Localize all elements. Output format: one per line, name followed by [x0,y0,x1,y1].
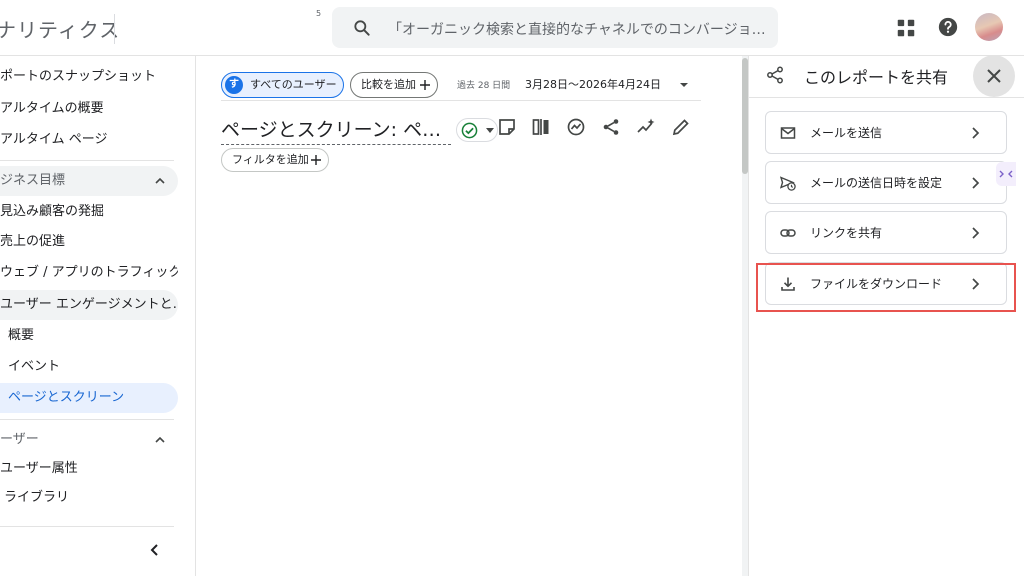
trend-sparkle-icon[interactable] [636,117,656,137]
compare-columns-icon[interactable] [531,117,551,137]
sidebar-item-user-engagement[interactable]: ユーザー エンゲージメントと… [0,290,178,320]
sidebar-divider [0,160,174,161]
share-icon[interactable] [601,117,621,137]
sidebar-item-realtime-overview[interactable]: アルタイムの概要 [0,94,178,124]
schedule-email-label: メールの送信日時を設定 [810,176,943,190]
sidebar-item-lead-generation[interactable]: 見込み顧客の発掘 [0,197,178,227]
expand-arrows-icon [999,170,1013,178]
caret-down-icon [486,128,494,133]
sidebar-item-user-attributes[interactable]: ユーザー属性 [0,454,178,484]
chevron-up-icon [155,436,165,443]
send-email-option[interactable]: メールを送信 [765,111,1007,154]
share-icon [767,66,783,84]
sidebar-item-library[interactable]: ライブラリ [0,483,178,513]
plus-icon [311,155,321,165]
mail-icon [780,127,796,139]
sidebar-divider [0,526,174,527]
chevron-up-icon [155,177,165,184]
add-filter-button[interactable]: フィルタを追加 [221,148,329,172]
date-range-selector[interactable]: 3月28日〜2026年4月24日 [525,76,661,92]
search-icon [354,20,370,36]
panel-divider [748,56,749,576]
insights-icon[interactable] [566,117,586,137]
divider [221,100,701,101]
plus-icon [420,80,430,90]
close-button[interactable] [973,55,1015,97]
note-icon[interactable] [497,117,517,137]
avatar[interactable] [975,13,1003,41]
sidebar-item-snapshot[interactable]: ポートのスナップショット [0,62,178,92]
app-title: ナリティクス [0,18,121,42]
all-users-chip[interactable]: す すべてのユーザー [221,72,344,98]
users-avatar: す [225,76,243,94]
help-icon[interactable] [937,16,959,38]
period-label: 過去 28 日間 [457,81,511,91]
share-link-option[interactable]: リンクを共有 [765,211,1007,254]
add-comparison-button[interactable]: 比較を追加 [350,72,438,98]
sidebar-divider [0,419,174,420]
status-dropdown[interactable] [456,118,498,142]
share-panel-title: このレポートを共有 [804,68,949,87]
add-filter-label: フィルタを追加 [232,153,309,166]
chevron-right-icon [972,177,980,189]
page-title[interactable]: ページとスクリーン: ページ タイトルとスクリーン クラス [221,115,451,145]
collapse-sidebar-icon[interactable] [146,541,164,559]
sidebar-item-overview[interactable]: 概要 [0,321,178,351]
send-email-label: メールを送信 [810,126,883,140]
sidebar-item-pages-screens[interactable]: ページとスクリーン [0,383,178,413]
link-icon [780,229,796,237]
apps-grid-icon[interactable] [895,17,917,39]
search-bar[interactable]: 「オーガニック検索と直接的なチャネルでのコンバージョン… [332,7,778,48]
sidebar-section-business-goals[interactable]: ジネス目標 [0,166,178,196]
search-input[interactable]: 「オーガニック検索と直接的なチャネルでのコンバージョン… [388,19,772,39]
highlight-annotation [756,263,1016,312]
sidebar: ポートのスナップショット アルタイムの概要 アルタイム ページ ジネス目標 見込… [0,56,196,576]
title-divider [114,14,115,44]
sidebar-item-web-app-traffic[interactable]: ウェブ / アプリのトラフィック… [0,258,178,288]
sidebar-item-realtime-pages[interactable]: アルタイム ページ [0,125,178,155]
schedule-send-icon [780,176,796,191]
top-bar: ナリティクス 5 「オーガニック検索と直接的なチャネルでのコンバージョン… [0,0,1024,56]
chevron-right-icon [972,127,980,139]
side-panel-tab[interactable] [996,162,1016,186]
tiny-mark: 5 [316,9,322,18]
sidebar-item-events[interactable]: イベント [0,352,178,382]
all-users-label: すべてのユーザー [250,78,337,91]
caret-down-icon[interactable] [679,80,689,90]
sidebar-section-user[interactable]: ーザー [0,425,178,455]
edit-pencil-icon[interactable] [671,117,691,137]
share-link-label: リンクを共有 [810,226,883,240]
panel-header-divider [749,97,1024,98]
add-comparison-label: 比較を追加 [361,78,416,91]
close-icon [987,69,1001,83]
schedule-email-option[interactable]: メールの送信日時を設定 [765,161,1007,204]
check-circle-icon [461,122,478,139]
sidebar-item-drive-sales[interactable]: 売上の促進 [0,227,178,257]
chevron-right-icon [972,227,980,239]
